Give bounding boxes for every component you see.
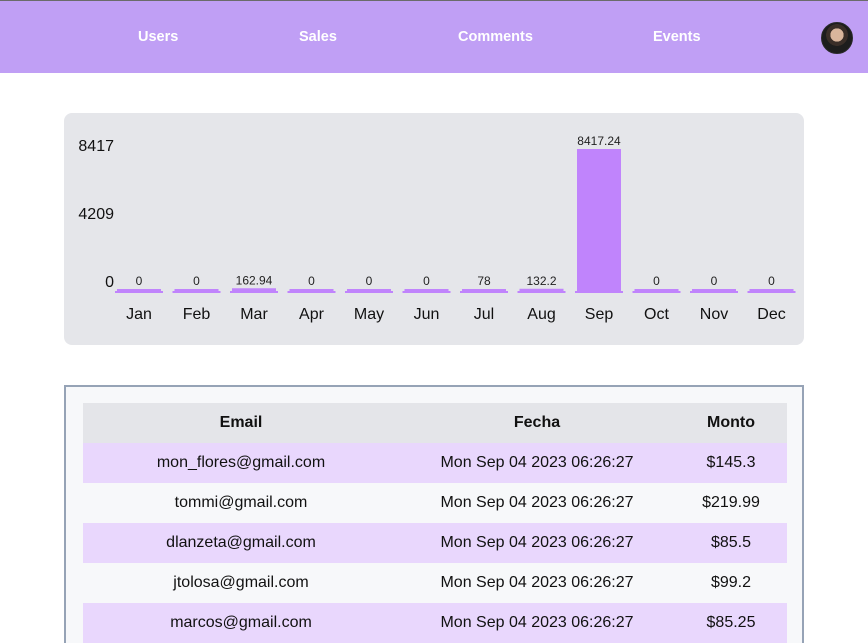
- bar-jun: [404, 289, 449, 291]
- cell-monto: $99.2: [675, 563, 787, 603]
- bar-value-label: 0: [366, 274, 373, 288]
- bar-apr: [289, 289, 334, 291]
- bar-value-label: 0: [193, 274, 200, 288]
- nav-events-link[interactable]: Events: [653, 29, 701, 45]
- cell-fecha: Mon Sep 04 2023 06:26:27: [399, 563, 675, 603]
- sales-table-container: Email Fecha Monto mon_flores@gmail.com M…: [64, 385, 804, 643]
- bar-baseline-oct: [632, 291, 681, 293]
- bar-baseline-may: [345, 291, 393, 293]
- bar-baseline-aug: [517, 291, 566, 293]
- bar-baseline-apr: [287, 291, 336, 293]
- x-axis-tick-label: Dec: [757, 306, 785, 323]
- nav-sales-link[interactable]: Sales: [299, 29, 337, 45]
- column-header-email: Email: [83, 403, 399, 443]
- bar-value-label: 0: [653, 274, 660, 288]
- cell-monto: $85.5: [675, 523, 787, 563]
- y-axis-tick-label: 4209: [78, 206, 114, 223]
- bar-baseline-jul: [460, 291, 508, 293]
- bar-jul: [462, 289, 506, 291]
- cell-fecha: Mon Sep 04 2023 06:26:27: [399, 603, 675, 643]
- column-header-monto: Monto: [675, 403, 787, 443]
- table-row: marcos@gmail.com Mon Sep 04 2023 06:26:2…: [83, 603, 787, 643]
- bar-baseline-jan: [115, 291, 163, 293]
- cell-monto: $145.3: [675, 443, 787, 483]
- cell-fecha: Mon Sep 04 2023 06:26:27: [399, 443, 675, 483]
- bar-value-label: 162.94: [236, 273, 273, 287]
- x-axis-tick-label: Sep: [585, 306, 614, 323]
- monthly-sales-chart: 8417 4209 0 0 Jan 0 Feb 162.94 Mar 0 Apr 0 May 0 Jun 78…: [64, 113, 804, 345]
- bar-baseline-nov: [690, 291, 738, 293]
- nav-users-link[interactable]: Users: [138, 29, 178, 45]
- bar-baseline-jun: [402, 291, 451, 293]
- x-axis-tick-label: Oct: [644, 306, 669, 323]
- bar-baseline-mar: [230, 291, 278, 293]
- top-navigation-bar: Users Sales Comments Events: [0, 0, 868, 73]
- nav-comments-link[interactable]: Comments: [458, 29, 533, 45]
- x-axis-tick-label: Jan: [126, 306, 152, 323]
- x-axis-tick-label: Jul: [474, 306, 494, 323]
- bar-feb: [174, 289, 219, 291]
- bar-baseline-sep: [575, 291, 623, 293]
- cell-email: mon_flores@gmail.com: [83, 443, 399, 483]
- x-axis-tick-label: Mar: [240, 306, 268, 323]
- bar-value-label: 0: [136, 274, 143, 288]
- cell-email: jtolosa@gmail.com: [83, 563, 399, 603]
- bar-nov: [692, 289, 736, 291]
- column-header-fecha: Fecha: [399, 403, 675, 443]
- cell-monto: $85.25: [675, 603, 787, 643]
- sales-table: Email Fecha Monto mon_flores@gmail.com M…: [83, 403, 787, 643]
- bar-value-label: 0: [308, 274, 315, 288]
- x-axis-tick-label: Nov: [700, 306, 728, 323]
- table-row: tommi@gmail.com Mon Sep 04 2023 06:26:27…: [83, 483, 787, 523]
- y-axis-tick-label: 8417: [78, 138, 114, 155]
- bar-may: [347, 289, 391, 291]
- bar-value-label: 0: [423, 274, 430, 288]
- cell-fecha: Mon Sep 04 2023 06:26:27: [399, 523, 675, 563]
- table-row: mon_flores@gmail.com Mon Sep 04 2023 06:…: [83, 443, 787, 483]
- bar-value-label: 0: [711, 274, 718, 288]
- bar-oct: [634, 289, 679, 291]
- bar-dec: [749, 289, 794, 291]
- bar-baseline-dec: [747, 291, 796, 293]
- bar-jan: [117, 289, 161, 291]
- cell-monto: $219.99: [675, 483, 787, 523]
- cell-email: marcos@gmail.com: [83, 603, 399, 643]
- cell-fecha: Mon Sep 04 2023 06:26:27: [399, 483, 675, 523]
- bar-baseline-feb: [172, 291, 221, 293]
- y-axis-tick-label: 0: [105, 274, 114, 291]
- table-header-row: Email Fecha Monto: [83, 403, 787, 443]
- bar-value-label: 132.2: [526, 274, 556, 288]
- cell-email: dlanzeta@gmail.com: [83, 523, 399, 563]
- x-axis-tick-label: May: [354, 306, 384, 323]
- table-row: jtolosa@gmail.com Mon Sep 04 2023 06:26:…: [83, 563, 787, 603]
- table-row: dlanzeta@gmail.com Mon Sep 04 2023 06:26…: [83, 523, 787, 563]
- x-axis-tick-label: Apr: [299, 306, 325, 323]
- chart-canvas: 8417 4209 0 0 Jan 0 Feb 162.94 Mar 0 Apr 0 May 0 Jun 78…: [78, 134, 796, 323]
- cell-email: tommi@gmail.com: [83, 483, 399, 523]
- x-axis-tick-label: Jun: [414, 306, 440, 323]
- bar-value-label: 8417.24: [577, 134, 621, 148]
- x-axis-tick-label: Feb: [183, 306, 211, 323]
- user-avatar[interactable]: [821, 22, 853, 54]
- bar-value-label: 0: [768, 274, 775, 288]
- bar-mar: [232, 288, 276, 291]
- bar-sep: [577, 149, 621, 291]
- bar-aug: [519, 288, 564, 291]
- x-axis-tick-label: Aug: [527, 306, 555, 323]
- bar-value-label: 78: [477, 274, 491, 288]
